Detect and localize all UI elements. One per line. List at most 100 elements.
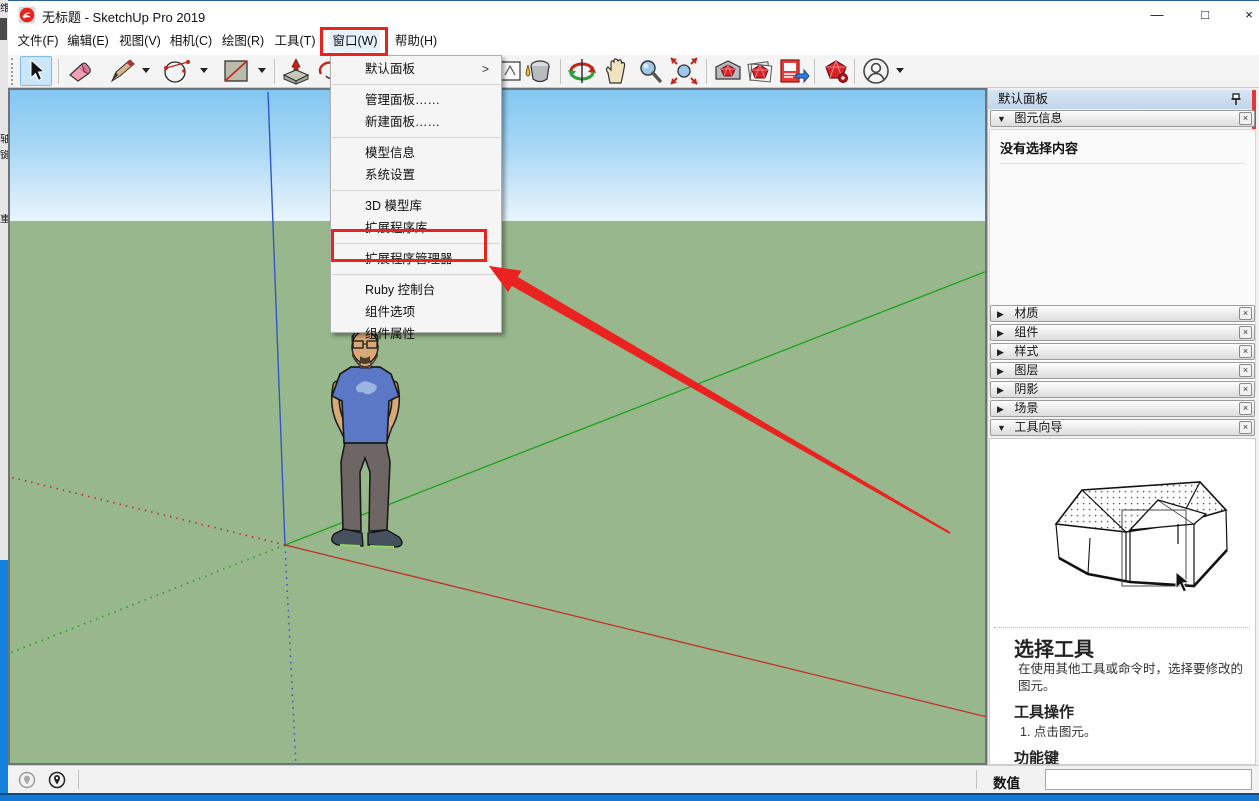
pan-hand-icon bbox=[602, 57, 630, 85]
section-label: 组件 bbox=[1014, 325, 1038, 339]
share-model-icon bbox=[778, 57, 810, 85]
section-close-button[interactable]: × bbox=[1239, 326, 1252, 339]
menu-item-new-tray[interactable]: 新建面板…… bbox=[331, 111, 501, 133]
menu-draw[interactable]: 绘图(R) bbox=[218, 31, 268, 52]
component-exchange-button[interactable] bbox=[744, 56, 776, 86]
tray-title-label: 默认面板 bbox=[998, 92, 1048, 106]
paint-bucket-icon bbox=[523, 57, 553, 85]
push-pull-icon bbox=[281, 57, 311, 85]
menu-file[interactable]: 文件(F) bbox=[14, 31, 62, 52]
menu-item-3d-warehouse[interactable]: 3D 模型库 bbox=[331, 195, 501, 217]
line-tool-button[interactable] bbox=[106, 56, 138, 86]
section-close-button[interactable]: × bbox=[1239, 421, 1252, 434]
tray-title[interactable]: 默认面板 bbox=[988, 90, 1256, 109]
menu-camera[interactable]: 相机(C) bbox=[166, 31, 216, 52]
menu-view[interactable]: 视图(V) bbox=[115, 31, 165, 52]
background-glyph: 轴 bbox=[0, 134, 8, 145]
expand-arrow-icon: ▶ bbox=[997, 345, 1011, 360]
divider bbox=[994, 627, 1250, 628]
section-layers[interactable]: ▶ 图层 × bbox=[990, 362, 1255, 379]
red-axis-dotted bbox=[10, 477, 285, 545]
extension-warehouse-button[interactable] bbox=[820, 56, 852, 86]
close-button[interactable]: × bbox=[1232, 1, 1259, 28]
account-dropdown[interactable] bbox=[896, 68, 904, 73]
arc-tool-dropdown[interactable] bbox=[200, 68, 208, 73]
geolocation-icon[interactable] bbox=[18, 771, 36, 789]
measurements-label: 数值 bbox=[993, 772, 1020, 792]
orbit-tool-button[interactable] bbox=[566, 56, 598, 86]
menu-help[interactable]: 帮助(H) bbox=[391, 31, 441, 52]
maximize-button[interactable]: □ bbox=[1188, 1, 1222, 28]
arc-tool-button[interactable] bbox=[160, 56, 192, 86]
section-scenes[interactable]: ▶ 场景 × bbox=[990, 400, 1255, 417]
menu-item-manage-trays[interactable]: 管理面板…… bbox=[331, 89, 501, 111]
submenu-arrow-icon: > bbox=[482, 58, 489, 80]
select-tool-button[interactable] bbox=[20, 56, 52, 86]
zoom-extents-icon bbox=[668, 57, 700, 85]
screen: 维 轴 键 重 无标题 - SketchUp Pro 2019 — □ × 文件… bbox=[0, 0, 1259, 801]
pencil-icon bbox=[108, 58, 136, 84]
line-tool-dropdown[interactable] bbox=[142, 68, 150, 73]
3d-warehouse-button[interactable] bbox=[712, 56, 744, 86]
credits-icon[interactable] bbox=[48, 771, 66, 789]
title-bar[interactable]: 无标题 - SketchUp Pro 2019 — □ × bbox=[8, 1, 1259, 28]
section-entity-info[interactable]: ▼ 图元信息 × bbox=[990, 110, 1255, 127]
green-axis-dotted bbox=[10, 545, 285, 653]
expand-arrow-icon: ▶ bbox=[997, 383, 1011, 398]
measurements-input[interactable] bbox=[1045, 769, 1252, 790]
annotation-box-extension-manager bbox=[331, 229, 487, 262]
statusbar-separator bbox=[976, 770, 977, 789]
section-close-button[interactable]: × bbox=[1239, 307, 1252, 320]
section-label: 场景 bbox=[1014, 401, 1038, 415]
minimize-button[interactable]: — bbox=[1140, 1, 1174, 28]
section-shadows[interactable]: ▶ 阴影 × bbox=[990, 381, 1255, 398]
section-instructor[interactable]: ▼ 工具向导 × bbox=[990, 419, 1255, 436]
section-close-button[interactable]: × bbox=[1239, 345, 1252, 358]
paint-bucket-tool-button[interactable] bbox=[522, 56, 554, 86]
person-figure[interactable] bbox=[332, 328, 402, 547]
zoom-tool-button[interactable] bbox=[634, 56, 666, 86]
menu-tools[interactable]: 工具(T) bbox=[271, 31, 319, 52]
account-icon bbox=[862, 57, 890, 85]
rectangle-tool-button[interactable] bbox=[220, 56, 252, 86]
menu-edit[interactable]: 编辑(E) bbox=[63, 31, 113, 52]
menu-item-ruby-console[interactable]: Ruby 控制台 bbox=[331, 279, 501, 301]
expand-arrow-icon: ▶ bbox=[997, 402, 1011, 417]
section-materials[interactable]: ▶ 材质 × bbox=[990, 305, 1255, 322]
section-styles[interactable]: ▶ 样式 × bbox=[990, 343, 1255, 360]
menu-separator bbox=[332, 137, 500, 138]
annotation-box-window-menu bbox=[320, 27, 388, 56]
section-close-button[interactable]: × bbox=[1239, 402, 1252, 415]
section-close-button[interactable]: × bbox=[1239, 112, 1252, 125]
menu-item-preferences[interactable]: 系统设置 bbox=[331, 164, 501, 186]
menu-separator bbox=[332, 274, 500, 275]
instructor-content: 选择工具 在使用其他工具或命令时，选择要修改的图元。 工具操作 1. 点击图元。… bbox=[989, 438, 1256, 765]
section-components[interactable]: ▶ 组件 × bbox=[990, 324, 1255, 341]
instructor-description: 在使用其他工具或命令时，选择要修改的图元。 bbox=[1018, 661, 1243, 695]
section-close-button[interactable]: × bbox=[1239, 364, 1252, 377]
menu-item-component-attributes[interactable]: 组件属性 bbox=[331, 323, 501, 345]
push-pull-tool-button[interactable] bbox=[280, 56, 312, 86]
menu-item-model-info[interactable]: 模型信息 bbox=[331, 142, 501, 164]
orbit-icon bbox=[567, 57, 597, 85]
zoom-extents-tool-button[interactable] bbox=[668, 56, 700, 86]
menu-item-default-tray[interactable]: 默认面板 > bbox=[331, 58, 501, 80]
eraser-tool-button[interactable] bbox=[64, 56, 96, 86]
pin-icon[interactable] bbox=[1230, 93, 1242, 106]
blue-axis bbox=[268, 92, 285, 545]
menu-separator bbox=[332, 190, 500, 191]
menu-item-component-options[interactable]: 组件选项 bbox=[331, 301, 501, 323]
section-close-button[interactable]: × bbox=[1239, 383, 1252, 396]
share-model-button[interactable] bbox=[778, 56, 810, 86]
toolbar-grip[interactable] bbox=[11, 58, 14, 85]
rectangle-tool-dropdown[interactable] bbox=[258, 68, 266, 73]
select-cursor-icon bbox=[25, 59, 47, 83]
background-glyph: 键 bbox=[0, 150, 8, 161]
taskbar-strip bbox=[0, 793, 1259, 801]
toolbar-separator bbox=[814, 59, 815, 84]
account-button[interactable] bbox=[860, 56, 892, 86]
expand-arrow-icon: ▶ bbox=[997, 364, 1011, 379]
pan-tool-button[interactable] bbox=[600, 56, 632, 86]
window-title: 无标题 - SketchUp Pro 2019 bbox=[42, 7, 205, 26]
menu-item-label: 新建面板…… bbox=[365, 115, 440, 129]
